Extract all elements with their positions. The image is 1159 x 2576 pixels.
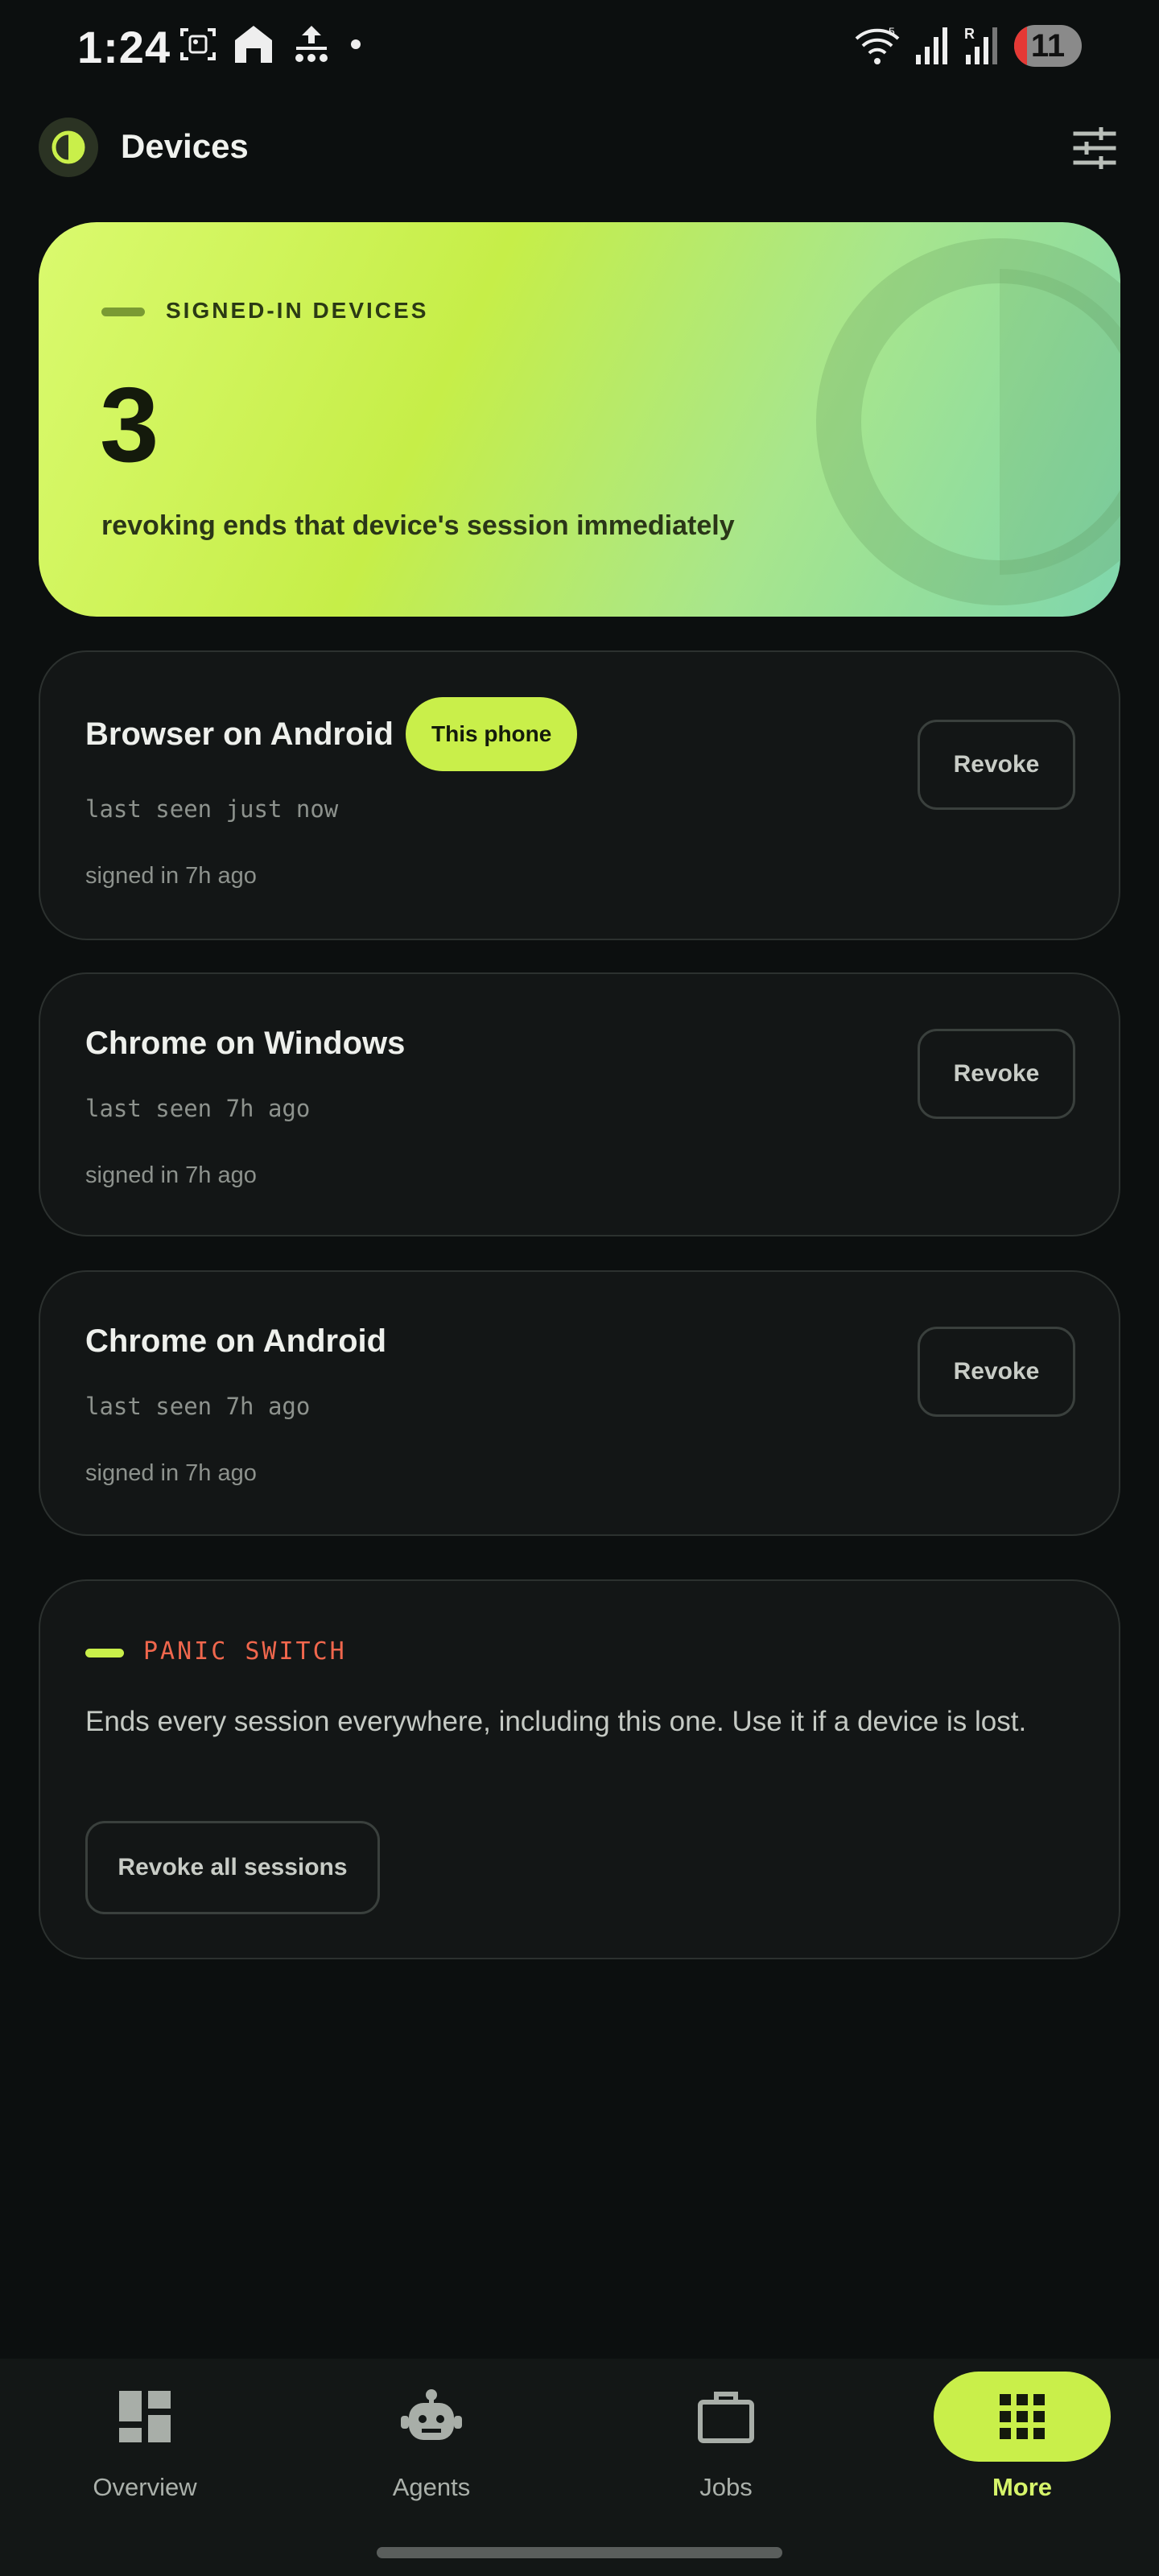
device-card: Chrome on Windows last seen 7h ago signe… xyxy=(39,972,1120,1236)
nav-more[interactable]: More xyxy=(877,2359,1159,2544)
briefcase-icon xyxy=(698,2392,754,2443)
panic-switch-card: PANIC SWITCH Ends every session everywhe… xyxy=(39,1579,1120,1959)
signed-in-device-count: 3 xyxy=(100,365,159,484)
device-card: Chrome on Android last seen 7h ago signe… xyxy=(39,1270,1120,1536)
home-gesture-indicator[interactable] xyxy=(377,2547,782,2558)
device-last-seen: last seen just now xyxy=(85,795,339,823)
device-last-seen: last seen 7h ago xyxy=(85,1095,311,1122)
device-signed-in: signed in 7h ago xyxy=(85,863,257,889)
hero-subtitle: revoking ends that device's session imme… xyxy=(101,510,735,541)
top-app-bar: Devices xyxy=(39,113,1120,182)
upload-network-icon xyxy=(295,26,328,62)
device-name: Chrome on Windows xyxy=(85,1026,406,1061)
hero-label: SIGNED-IN DEVICES xyxy=(166,298,429,323)
nav-overview[interactable]: Overview xyxy=(0,2359,290,2544)
battery-level: 11 xyxy=(1030,27,1066,64)
status-notification-icons xyxy=(179,23,364,66)
page-title: Devices xyxy=(121,127,249,165)
roaming-badge: R xyxy=(964,26,975,42)
home-app-icon xyxy=(235,26,272,63)
nav-label: More xyxy=(992,2473,1053,2501)
hero-label-dash xyxy=(101,308,145,316)
wifi-icon: 5 xyxy=(855,25,900,64)
filter-settings-button[interactable] xyxy=(1069,122,1120,174)
device-name: Chrome on Android xyxy=(85,1323,387,1359)
revoke-button[interactable]: Revoke xyxy=(918,1327,1075,1417)
nav-icon-container xyxy=(343,2372,520,2462)
nav-label: Jobs xyxy=(699,2473,753,2501)
device-signed-in: signed in 7h ago xyxy=(85,1162,257,1188)
battery-indicator: 11 xyxy=(1014,25,1082,67)
half-circle-decoration-icon xyxy=(816,238,1120,605)
tune-sliders-icon xyxy=(1073,127,1116,169)
panic-label-dash xyxy=(85,1649,124,1657)
wifi-5g-badge: 5 xyxy=(889,25,895,38)
signal-icon xyxy=(916,27,947,64)
bottom-navigation: Overview Agents Jobs More xyxy=(0,2359,1159,2576)
dot-icon xyxy=(351,39,361,49)
dashboard-icon xyxy=(119,2391,171,2442)
panic-switch-label: PANIC SWITCH xyxy=(143,1637,347,1666)
signal-roaming-icon: R xyxy=(964,26,997,64)
nav-label: Agents xyxy=(392,2473,471,2501)
nav-icon-container xyxy=(934,2372,1111,2462)
nav-label: Overview xyxy=(93,2473,197,2501)
signed-in-devices-summary-card: SIGNED-IN DEVICES 3 revoking ends that d… xyxy=(39,222,1120,617)
this-phone-badge: This phone xyxy=(406,697,578,771)
status-system-icons: 5 R 11 xyxy=(853,24,1082,68)
revoke-button[interactable]: Revoke xyxy=(918,1029,1075,1119)
robot-icon xyxy=(401,2389,462,2440)
revoke-button[interactable]: Revoke xyxy=(918,720,1075,810)
panic-switch-description: Ends every session everywhere, including… xyxy=(85,1706,1027,1737)
nav-jobs[interactable]: Jobs xyxy=(581,2359,871,2544)
app-logo[interactable] xyxy=(39,118,98,177)
device-card: Browser on Android This phone last seen … xyxy=(39,650,1120,940)
device-name: Browser on Android xyxy=(85,716,394,752)
status-time: 1:24 xyxy=(77,22,171,72)
apps-grid-icon xyxy=(1000,2394,1045,2439)
nav-icon-container xyxy=(56,2372,233,2462)
device-last-seen: last seen 7h ago xyxy=(85,1393,311,1420)
screenshot-icon xyxy=(180,28,216,60)
revoke-all-sessions-button[interactable]: Revoke all sessions xyxy=(85,1821,380,1914)
status-bar: 1:24 5 R 11 xyxy=(0,0,1159,97)
nav-icon-container xyxy=(637,2372,815,2462)
device-signed-in: signed in 7h ago xyxy=(85,1460,257,1486)
half-circle-logo-icon xyxy=(52,130,85,164)
nav-agents[interactable]: Agents xyxy=(287,2359,576,2544)
